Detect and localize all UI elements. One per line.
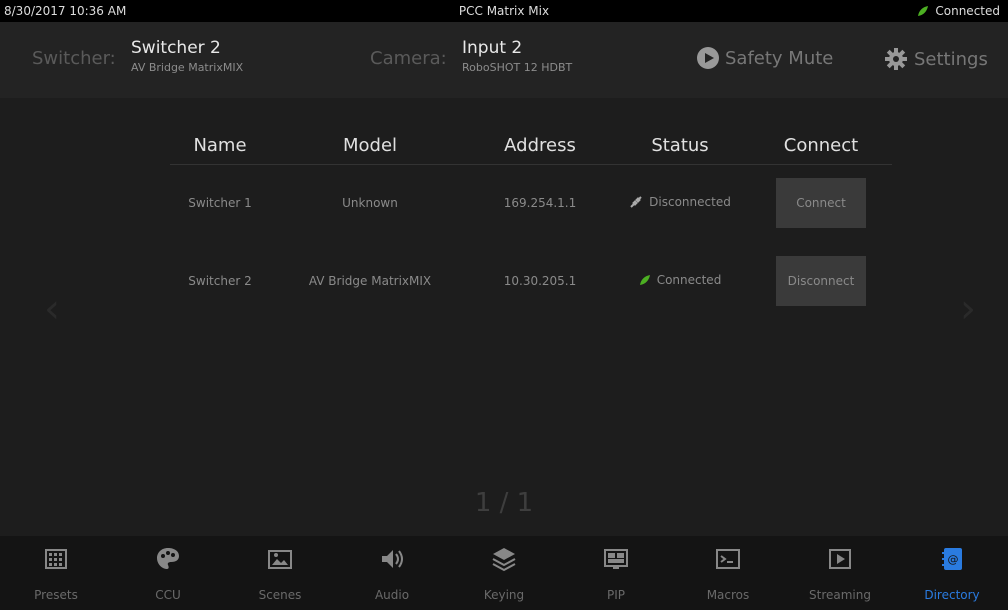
table-header-row: Name Model Address Status Connect	[170, 128, 892, 165]
directory-panel: ‹ › Name Model Address Status Connect Sw…	[0, 98, 1008, 536]
status-text: Connected	[656, 273, 722, 287]
switcher-action-cell: Connect	[750, 164, 892, 242]
nav-label: Scenes	[258, 588, 302, 602]
switcher-address-cell: 10.30.205.1	[503, 274, 577, 288]
connected-leaf-icon	[639, 275, 650, 285]
column-header: Model	[270, 128, 470, 165]
nav-item-scenes[interactable]: Scenes	[224, 536, 336, 610]
play-circle-icon	[697, 47, 719, 69]
nav-item-ccu[interactable]: CCU	[112, 536, 224, 610]
camera-label: Camera:	[370, 48, 447, 69]
presets-grid-icon	[45, 549, 67, 569]
header-bar: Switcher: Switcher 2 AV Bridge MatrixMIX…	[0, 22, 1008, 98]
nav-item-directory[interactable]: @ Directory	[896, 536, 1008, 610]
nav-label: PIP	[606, 588, 625, 602]
next-page-arrow-icon[interactable]: ›	[960, 286, 980, 346]
disconnected-plug-icon	[630, 196, 642, 208]
switcher-model: AV Bridge MatrixMIX	[131, 61, 244, 74]
pip-icon	[604, 549, 628, 569]
switcher-name-cell: Switcher 2	[188, 274, 252, 288]
nav-label: Audio	[374, 588, 410, 602]
play-box-icon	[829, 549, 851, 569]
switcher-action-cell: Disconnect	[750, 242, 892, 320]
switcher-status-cell: Connected	[610, 242, 750, 320]
nav-label: Presets	[34, 588, 78, 602]
switcher-address-cell: 169.254.1.1	[503, 196, 577, 211]
nav-label: CCU	[155, 588, 181, 602]
table-row: Switcher 2 AV Bridge MatrixMIX 10.30.205…	[170, 242, 892, 320]
scenes-picture-icon	[268, 550, 292, 569]
nav-label: Keying	[483, 588, 525, 602]
switcher-label: Switcher:	[32, 48, 116, 69]
nav-label: Streaming	[809, 588, 871, 602]
bottom-nav: Presets CCU Scenes Audio Keying PIP Macr…	[0, 536, 1008, 610]
switcher-name[interactable]: Switcher 2	[131, 38, 221, 58]
nav-item-presets[interactable]: Presets	[0, 536, 112, 610]
connection-status: Connected	[917, 4, 1000, 18]
switcher-model-cell: AV Bridge MatrixMIX	[308, 274, 432, 288]
page-indicator: 1 / 1	[474, 488, 534, 518]
nav-item-pip[interactable]: PIP	[560, 536, 672, 610]
switcher-model-cell: Unknown	[342, 196, 398, 211]
app-title: PCC Matrix Mix	[458, 4, 550, 18]
directory-icon: @	[942, 548, 962, 570]
settings-label: Settings	[914, 48, 988, 70]
status-text: Disconnected	[649, 194, 731, 209]
camera-name[interactable]: Input 2	[462, 38, 522, 58]
top-status-bar: 8/30/2017 10:36 AM PCC Matrix Mix Connec…	[0, 0, 1008, 22]
disconnect-button[interactable]: Disconnect	[776, 256, 866, 306]
switcher-directory-table: Name Model Address Status Connect Switch…	[170, 128, 892, 320]
nav-label: Macros	[706, 588, 750, 602]
camera-model: RoboSHOT 12 HDBT	[462, 61, 573, 74]
safety-mute-label: Safety Mute	[725, 47, 834, 69]
connection-status-text: Connected	[935, 4, 1000, 18]
speaker-icon	[382, 550, 403, 568]
column-header: Address	[470, 128, 610, 165]
switcher-name-cell: Switcher 1	[188, 196, 252, 211]
nav-item-audio[interactable]: Audio	[336, 536, 448, 610]
switcher-status-cell: Disconnected	[610, 164, 750, 242]
layers-icon	[492, 548, 516, 572]
svg-text:@: @	[948, 553, 959, 566]
connected-leaf-icon	[918, 6, 929, 16]
nav-item-streaming[interactable]: Streaming	[784, 536, 896, 610]
nav-item-keying[interactable]: Keying	[448, 536, 560, 610]
nav-item-macros[interactable]: Macros	[672, 536, 784, 610]
column-header: Connect	[750, 128, 892, 165]
safety-mute-button[interactable]: Safety Mute	[697, 47, 833, 69]
prev-page-arrow-icon[interactable]: ‹	[44, 286, 64, 346]
palette-icon	[157, 548, 179, 569]
table-row: Switcher 1 Unknown 169.254.1.1 Disconnec…	[170, 164, 892, 242]
nav-label: Directory	[924, 588, 980, 602]
column-header: Status	[610, 128, 750, 165]
column-header: Name	[170, 128, 270, 165]
gear-icon	[885, 48, 907, 70]
settings-button[interactable]: Settings	[884, 47, 988, 71]
terminal-icon	[716, 549, 740, 569]
connect-button[interactable]: Connect	[776, 178, 866, 229]
